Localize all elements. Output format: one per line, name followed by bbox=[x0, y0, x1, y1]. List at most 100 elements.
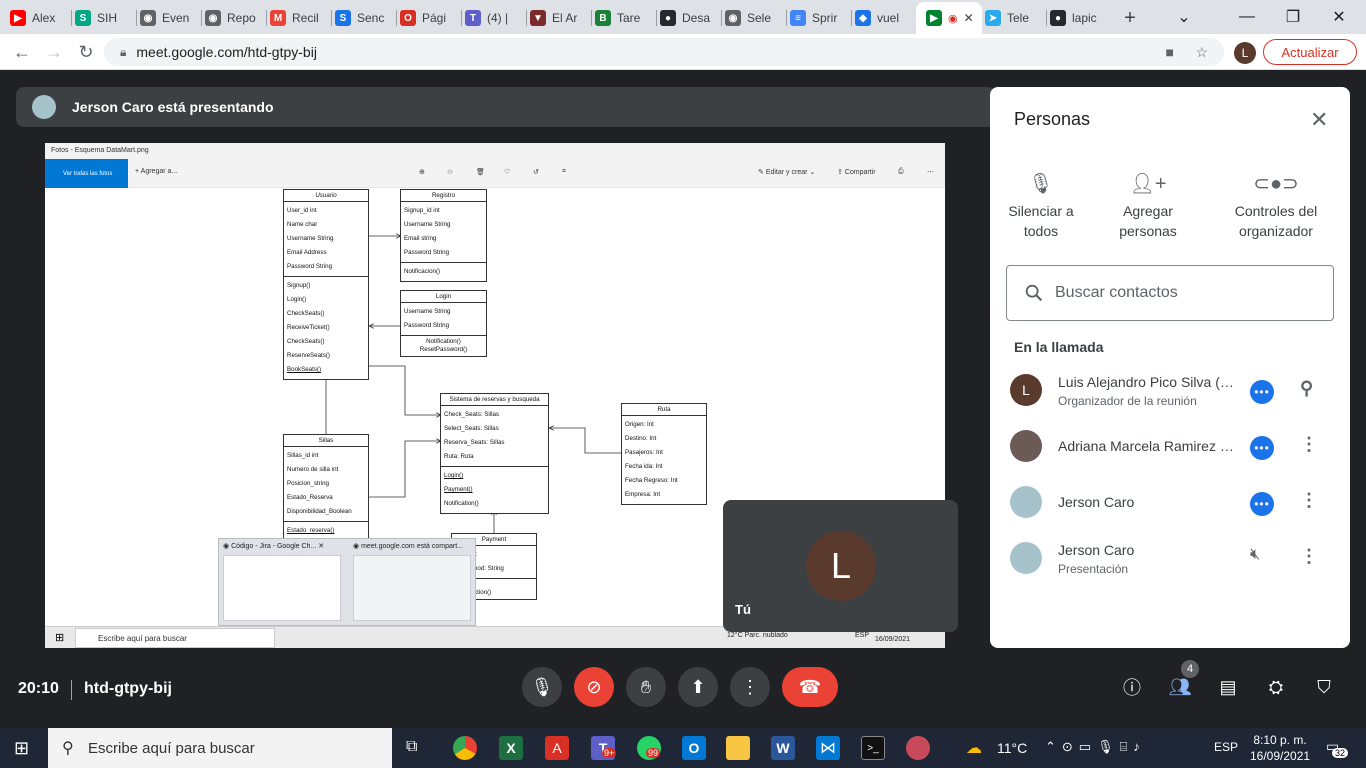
browser-tab[interactable]: ➤ Tele bbox=[985, 4, 1045, 32]
browser-tab[interactable]: M Recil bbox=[270, 4, 330, 32]
browser-tab[interactable]: ▶ ◉ ✕ bbox=[916, 2, 982, 34]
mute-all-button[interactable]: 🎙︎ Silenciar a todos bbox=[986, 167, 1096, 241]
browser-tab[interactable]: ● Desa bbox=[660, 4, 720, 32]
browser-tab[interactable]: O Pági bbox=[400, 4, 460, 32]
browser-tab[interactable]: ◆ vuel bbox=[855, 4, 915, 32]
tab-label: Desa bbox=[682, 11, 711, 25]
browser-tab[interactable]: ● lapic bbox=[1050, 4, 1110, 32]
uml-attribute: Email string bbox=[404, 235, 437, 242]
browser-tab[interactable]: ≡ Sprir bbox=[790, 4, 850, 32]
back-icon[interactable]: ← bbox=[10, 40, 34, 64]
participant-name: Adriana Marcela Ramirez Si... bbox=[1058, 438, 1238, 454]
recording-indicator-icon: ◉ bbox=[948, 12, 958, 25]
info-icon[interactable]: ⓘ bbox=[1119, 674, 1145, 700]
weather-icon[interactable]: ☁ bbox=[966, 738, 982, 758]
browser-tab[interactable]: S Senc bbox=[335, 4, 395, 32]
pin-icon[interactable]: ⚲ bbox=[1300, 378, 1313, 399]
file-explorer-taskbar-icon[interactable] bbox=[726, 736, 750, 760]
more-options-icon[interactable]: ⋮ bbox=[1300, 490, 1318, 511]
camera-icon[interactable]: ■ bbox=[1166, 44, 1174, 60]
uml-method: Login() bbox=[444, 472, 464, 479]
maximize-icon[interactable]: ❐ bbox=[1270, 0, 1316, 34]
tab-separator bbox=[396, 10, 397, 26]
windows-search-box[interactable]: ⚲ Escribe aquí para buscar bbox=[48, 728, 392, 768]
acrobat-taskbar-icon[interactable]: A bbox=[545, 736, 569, 760]
chrome-taskbar-icon[interactable] bbox=[453, 736, 477, 760]
tab-close-icon[interactable]: ✕ bbox=[964, 11, 974, 25]
inner-search-box[interactable]: Escribe aquí para buscar bbox=[75, 628, 275, 648]
tray-time: 8:10 p. m. bbox=[1253, 733, 1307, 747]
browser-tab[interactable]: ▼ El Ar bbox=[530, 4, 590, 32]
browser-tab[interactable]: B Tare bbox=[595, 4, 655, 32]
uml-attribute: Check_Seats: Sillas bbox=[444, 411, 500, 418]
browser-tab[interactable]: ◉ Repo bbox=[205, 4, 265, 32]
close-icon[interactable]: ✕ bbox=[1310, 107, 1328, 133]
tray-temperature[interactable]: 11°C bbox=[997, 740, 1027, 756]
thumb-chrome-jira[interactable]: ◉ Código - Jira - Google Ch... ✕ bbox=[223, 542, 324, 550]
tab-search-icon[interactable]: ⌄ bbox=[1161, 0, 1207, 34]
search-contacts-input[interactable]: Buscar contactos bbox=[1006, 265, 1334, 321]
update-button[interactable]: Actualizar bbox=[1263, 39, 1357, 65]
hand-icon: ✋︎ bbox=[640, 676, 652, 697]
add-people-button[interactable]: 👤︎+ Agregar personas bbox=[1093, 167, 1203, 241]
browser-tab[interactable]: ◉ Sele bbox=[725, 4, 785, 32]
participant-avatar bbox=[1010, 486, 1042, 518]
taskbar-thumbnails: ◉ Código - Jira - Google Ch... ✕ ◉ meet.… bbox=[218, 538, 476, 626]
tab-favicon-icon: ◆ bbox=[855, 10, 871, 26]
terminal-taskbar-icon[interactable]: >_ bbox=[861, 736, 885, 760]
more-options-button[interactable]: ⋮ bbox=[730, 667, 770, 707]
tray-language[interactable]: ESP bbox=[1214, 740, 1238, 754]
excel-taskbar-icon[interactable]: X bbox=[499, 736, 523, 760]
activities-icon[interactable]: ⛭ bbox=[1263, 674, 1289, 700]
browser-tab[interactable]: ▶ Alex bbox=[10, 4, 70, 32]
tab-separator bbox=[591, 10, 592, 26]
uml-attribute: Username String bbox=[287, 235, 334, 242]
task-view-icon[interactable]: ⧉ bbox=[406, 738, 417, 756]
tab-label: Pági bbox=[422, 11, 447, 25]
browser-tab[interactable]: ◉ Even bbox=[140, 4, 200, 32]
new-tab-button[interactable]: + bbox=[1120, 4, 1140, 32]
reload-icon[interactable]: ↻ bbox=[74, 40, 98, 64]
divider bbox=[71, 680, 72, 700]
tab-separator bbox=[786, 10, 787, 26]
tray-clock[interactable]: 8:10 p. m. 16/09/2021 bbox=[1250, 732, 1310, 764]
present-button[interactable]: ⬆ bbox=[678, 667, 718, 707]
tab-favicon-icon: ◉ bbox=[140, 10, 156, 26]
inner-windows-start-icon[interactable]: ⊞ bbox=[55, 631, 64, 644]
microphone-button[interactable]: 🎙︎ bbox=[522, 667, 562, 707]
host-controls-icon[interactable]: ⛉ bbox=[1311, 674, 1337, 700]
uml-method: ResetPassword() bbox=[419, 346, 468, 353]
uml-method: ReceiveTicket() bbox=[287, 324, 330, 331]
inner-date: 16/09/2021 bbox=[875, 636, 911, 643]
outlook-taskbar-icon[interactable]: O bbox=[682, 736, 706, 760]
audio-muted-icon: 🔇︎ bbox=[1250, 546, 1261, 563]
chat-icon[interactable]: ▤ bbox=[1215, 674, 1241, 700]
camera-off-icon: ⊘ bbox=[586, 676, 602, 697]
word-taskbar-icon[interactable]: W bbox=[771, 736, 795, 760]
leave-call-button[interactable]: ☎︎ bbox=[782, 667, 838, 707]
url-text: meet.google.com/htd-gtpy-bij bbox=[136, 44, 317, 60]
whatsapp-badge: 99 bbox=[646, 748, 661, 758]
more-options-icon[interactable]: ⋮ bbox=[1300, 546, 1318, 567]
thumb-preview-1 bbox=[223, 555, 341, 621]
browser-tab[interactable]: S SIH bbox=[75, 4, 135, 32]
windows-start-icon[interactable]: ⊞ bbox=[14, 738, 29, 759]
tray-system-icons[interactable]: ⌃⊙▭🎙︎⌸♪ bbox=[1045, 739, 1146, 755]
notification-count: 32 bbox=[1332, 748, 1349, 758]
more-options-icon[interactable]: ⋮ bbox=[1300, 434, 1318, 455]
host-controls-button[interactable]: ⊂●⊃ Controles del organizador bbox=[1221, 167, 1331, 241]
forward-icon[interactable]: → bbox=[42, 40, 66, 64]
camera-off-button[interactable]: ⊘ bbox=[574, 667, 614, 707]
participant-row: Adriana Marcela Ramirez Si... ••• ⋮ bbox=[990, 418, 1350, 474]
minimize-icon[interactable]: — bbox=[1224, 0, 1270, 34]
thumb-meet-sharing[interactable]: ◉ meet.google.com está compart... bbox=[353, 542, 463, 550]
browser-tab[interactable]: T (4) | bbox=[465, 4, 525, 32]
vscode-taskbar-icon[interactable]: ⋈ bbox=[816, 736, 840, 760]
profile-avatar[interactable]: L bbox=[1234, 42, 1256, 64]
close-window-icon[interactable]: ✕ bbox=[1316, 0, 1362, 34]
tab-label: Even bbox=[162, 11, 190, 25]
address-bar[interactable]: 🔒︎ meet.google.com/htd-gtpy-bij ■ ☆ bbox=[104, 38, 1224, 66]
paint-taskbar-icon[interactable] bbox=[906, 736, 930, 760]
bookmark-star-icon[interactable]: ☆ bbox=[1195, 44, 1208, 61]
raise-hand-button[interactable]: ✋︎ bbox=[626, 667, 666, 707]
